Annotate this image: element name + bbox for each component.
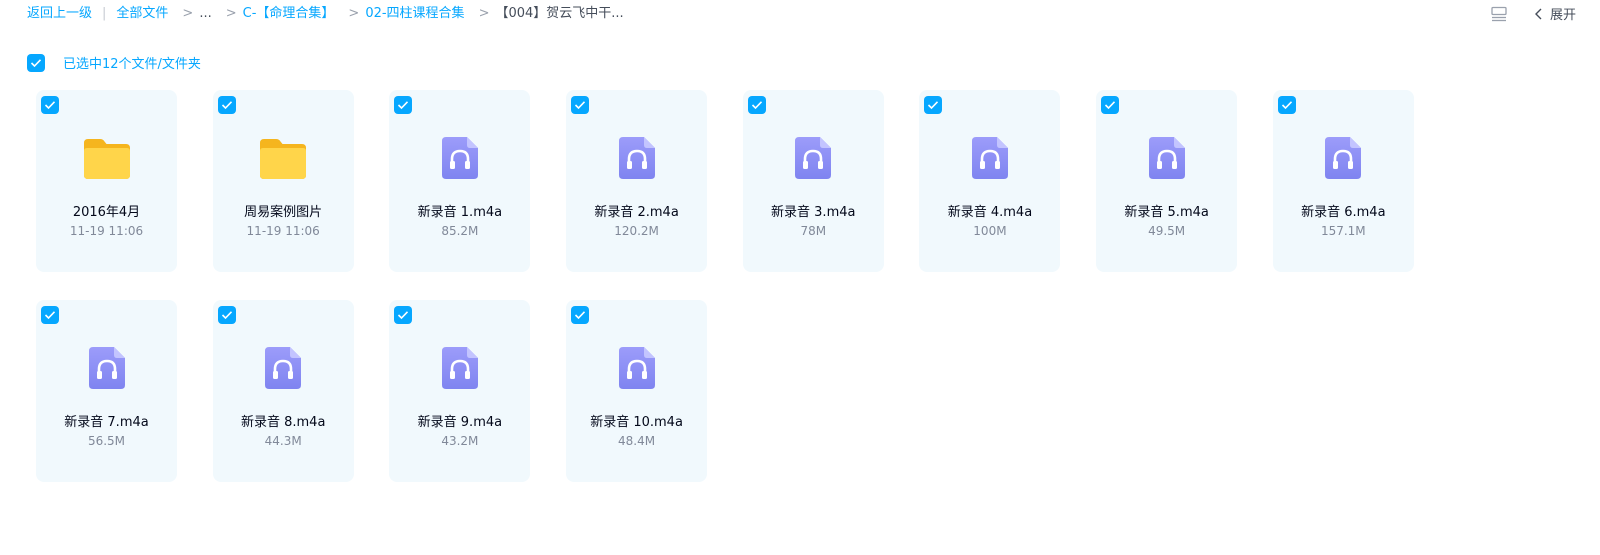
expand-label: 展开	[1549, 8, 1576, 23]
audio-file-icon	[434, 344, 486, 392]
file-name: 新录音 4.m4a	[947, 205, 1033, 220]
file-checkbox[interactable]	[41, 96, 59, 114]
file-checkbox[interactable]	[747, 96, 766, 114]
file-card-10[interactable]: 新录音 8.m4a 44.3M	[212, 300, 354, 482]
file-checkbox[interactable]	[394, 306, 413, 324]
audio-file-icon	[257, 344, 309, 392]
file-name: 新录音 6.m4a	[1301, 205, 1386, 220]
audio-file-icon	[787, 134, 839, 182]
file-checkbox[interactable]	[217, 306, 236, 324]
file-card-1[interactable]: 2016年4月 11-19 11:06	[36, 90, 177, 272]
file-checkbox[interactable]	[924, 96, 943, 114]
audio-file-icon	[434, 134, 486, 182]
file-meta: 100M	[973, 224, 1007, 238]
file-meta: 11-19 11:06	[69, 224, 144, 238]
file-meta: 85.2M	[441, 224, 479, 238]
file-meta: 44.3M	[264, 434, 302, 448]
file-name: 新录音 9.m4a	[417, 415, 503, 430]
select-all-checkbox[interactable]	[27, 53, 45, 72]
file-card-5[interactable]: 新录音 3.m4a 78M	[742, 90, 884, 272]
file-name: 周易案例图片	[244, 205, 323, 220]
file-checkbox[interactable]	[1277, 96, 1296, 114]
file-card-9[interactable]: 新录音 7.m4a 56.5M	[36, 300, 177, 482]
file-meta: 78M	[800, 224, 827, 238]
file-card-8[interactable]: 新录音 6.m4a 157.1M	[1272, 90, 1414, 272]
file-name: 新录音 5.m4a	[1124, 205, 1209, 220]
file-meta: 120.2M	[614, 224, 659, 238]
file-card-12[interactable]: 新录音 10.m4a 48.4M	[566, 300, 708, 482]
file-meta: 43.2M	[441, 434, 479, 448]
breadcrumb-divider: |	[102, 6, 107, 21]
file-card-6[interactable]: 新录音 4.m4a 100M	[919, 90, 1061, 272]
file-card-4[interactable]: 新录音 2.m4a 120.2M	[566, 90, 708, 272]
breadcrumb-item-mingli[interactable]: C-【命理合集】	[243, 5, 335, 23]
audio-file-icon	[81, 344, 133, 392]
file-meta: 11-19 11:06	[246, 224, 320, 238]
breadcrumb-current: 【004】贺云飞中干...	[495, 6, 624, 21]
file-name: 新录音 1.m4a	[417, 205, 503, 220]
back-link[interactable]: 返回上一级	[27, 5, 92, 23]
folder-icon	[257, 134, 309, 182]
file-name: 新录音 8.m4a	[240, 415, 326, 430]
list-view-icon[interactable]	[1490, 5, 1508, 23]
file-checkbox[interactable]	[394, 96, 413, 114]
breadcrumb-root[interactable]: 全部文件	[116, 5, 168, 23]
selection-count-label: 已选中12个文件/文件夹	[63, 57, 201, 72]
audio-file-icon	[1317, 134, 1369, 182]
file-name: 新录音 2.m4a	[594, 205, 679, 220]
file-checkbox[interactable]	[571, 306, 590, 324]
breadcrumb-separator: >	[348, 6, 360, 21]
breadcrumb-separator: >	[182, 6, 194, 21]
breadcrumb: 返回上一级 | 全部文件 > ... > C-【命理合集】 > 02-四柱课程合…	[27, 5, 624, 23]
file-grid: 2016年4月 11-19 11:06 周易案例图片 11-19 11:06 新…	[36, 90, 1414, 482]
file-name: 新录音 3.m4a	[771, 205, 856, 220]
file-card-2[interactable]: 周易案例图片 11-19 11:06	[212, 90, 354, 272]
chevron-left-icon	[1534, 8, 1544, 20]
file-checkbox[interactable]	[1101, 96, 1120, 114]
file-name: 2016年4月	[72, 205, 141, 220]
audio-file-icon	[1141, 134, 1193, 182]
top-bar: 返回上一级 | 全部文件 > ... > C-【命理合集】 > 02-四柱课程合…	[0, 0, 1600, 30]
file-checkbox[interactable]	[571, 96, 590, 114]
top-right-tools: 展开	[1490, 4, 1576, 23]
file-name: 新录音 10.m4a	[590, 415, 683, 430]
breadcrumb-separator: >	[478, 6, 490, 21]
file-card-3[interactable]: 新录音 1.m4a 85.2M	[389, 90, 531, 272]
file-meta: 49.5M	[1148, 224, 1186, 238]
file-checkbox[interactable]	[217, 96, 236, 114]
file-meta: 157.1M	[1320, 224, 1366, 238]
selection-bar: 已选中12个文件/文件夹	[27, 53, 201, 72]
breadcrumb-item-sizhu[interactable]: 02-四柱课程合集	[365, 5, 464, 23]
breadcrumb-ellipsis[interactable]: ...	[199, 5, 211, 23]
audio-file-icon	[611, 344, 663, 392]
audio-file-icon	[611, 134, 663, 182]
file-card-11[interactable]: 新录音 9.m4a 43.2M	[389, 300, 531, 482]
file-meta: 56.5M	[87, 434, 126, 448]
file-meta: 48.4M	[618, 434, 656, 448]
file-name: 新录音 7.m4a	[64, 415, 149, 430]
folder-icon	[81, 134, 133, 182]
file-checkbox[interactable]	[41, 306, 59, 324]
file-card-7[interactable]: 新录音 5.m4a 49.5M	[1096, 90, 1238, 272]
audio-file-icon	[964, 134, 1016, 182]
breadcrumb-separator: >	[225, 6, 237, 21]
expand-button[interactable]: 展开	[1534, 4, 1576, 23]
